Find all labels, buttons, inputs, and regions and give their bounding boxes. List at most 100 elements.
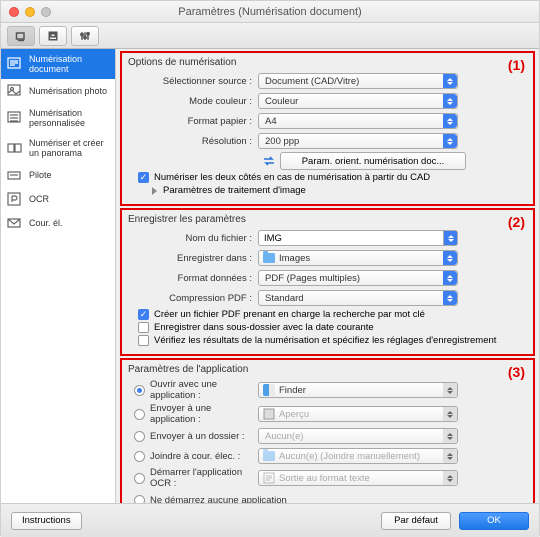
- chevron-updown-icon: [443, 271, 457, 285]
- filename-field[interactable]: IMG: [258, 230, 444, 246]
- radio-start-ocr[interactable]: [134, 473, 145, 484]
- group-title: Paramètres de l'application: [128, 364, 527, 375]
- select-open-with-app[interactable]: Finder: [258, 382, 458, 398]
- chevron-updown-icon: [443, 407, 457, 421]
- checkbox-searchable-pdf[interactable]: ✓: [138, 309, 149, 320]
- select-value: Standard: [265, 293, 304, 304]
- instructions-button[interactable]: Instructions: [11, 512, 82, 530]
- chevron-updown-icon: [443, 94, 457, 108]
- select-value: PDF (Pages multiples): [265, 273, 360, 284]
- select-data-format[interactable]: PDF (Pages multiples): [258, 270, 458, 286]
- radio-no-app[interactable]: [134, 495, 145, 504]
- folder-icon: [263, 252, 275, 264]
- document-icon: [7, 57, 23, 71]
- sidebar-item-scan-custom[interactable]: Numérisation personnalisée: [1, 103, 115, 133]
- ok-button[interactable]: OK: [459, 512, 529, 530]
- ocr-icon: [7, 192, 23, 206]
- group-tag: (2): [508, 214, 525, 230]
- footer: Instructions Par défaut OK: [1, 503, 539, 537]
- disclosure-label: Paramètres de traitement d'image: [163, 185, 306, 196]
- checkbox-verify-results[interactable]: [138, 335, 149, 346]
- radio-label: Ne démarrez aucune application: [150, 495, 287, 504]
- select-attach-email[interactable]: Aucun(e) (Joindre manuellement): [258, 448, 458, 464]
- group-title: Options de numérisation: [128, 57, 527, 68]
- titlebar: Paramètres (Numérisation document): [1, 1, 539, 23]
- select-value: 200 ppp: [265, 136, 299, 147]
- select-source[interactable]: Document (CAD/Vitre): [258, 73, 458, 89]
- radio-open-with-app[interactable]: [134, 385, 145, 396]
- label-save-in: Enregistrer dans :: [128, 253, 258, 264]
- select-resolution[interactable]: 200 ppp: [258, 133, 458, 149]
- select-paper-size[interactable]: A4: [258, 113, 458, 129]
- sidebar-item-label: OCR: [29, 194, 49, 204]
- disclosure-image-processing[interactable]: Paramètres de traitement d'image: [138, 185, 527, 196]
- chevron-updown-icon: [443, 449, 457, 463]
- checkbox-label: Numériser les deux côtés en cas de numér…: [154, 172, 430, 183]
- photo-icon: [7, 84, 23, 98]
- radio-label: Démarrer l'application OCR :: [150, 467, 252, 489]
- select-value: Aucun(e): [265, 431, 304, 442]
- chevron-updown-icon: [443, 291, 457, 305]
- sidebar-item-label: Numérisation document: [29, 54, 109, 74]
- sidebar-item-label: Pilote: [29, 170, 52, 180]
- select-save-in[interactable]: Images: [258, 250, 458, 266]
- chevron-updown-icon: [443, 471, 457, 485]
- radio-send-to-app[interactable]: [134, 409, 145, 420]
- select-send-to-app[interactable]: Aperçu: [258, 406, 458, 422]
- sidebar-item-scan-panorama[interactable]: Numériser et créer un panorama: [1, 133, 115, 163]
- select-value: Images: [279, 253, 310, 264]
- label-data-format: Format données :: [128, 273, 258, 284]
- radio-attach-email[interactable]: [134, 451, 145, 462]
- sidebar-item-scan-document[interactable]: Numérisation document: [1, 49, 115, 79]
- sidebar-item-label: Numérisation personnalisée: [29, 108, 109, 128]
- tab-general[interactable]: [71, 26, 99, 46]
- sidebar-item-scan-photo[interactable]: Numérisation photo: [1, 79, 115, 103]
- panorama-icon: [7, 141, 23, 155]
- radio-send-to-folder[interactable]: [134, 431, 145, 442]
- group-title: Enregistrer les paramètres: [128, 214, 527, 225]
- select-value: Aperçu: [279, 409, 309, 420]
- defaults-button[interactable]: Par défaut: [381, 512, 451, 530]
- swap-orientation-icon: [262, 154, 276, 168]
- tab-scan-from-panel[interactable]: [39, 26, 67, 46]
- checkbox-save-subfolder[interactable]: [138, 322, 149, 333]
- radio-label: Ouvrir avec une application :: [150, 379, 252, 401]
- finder-icon: [263, 384, 275, 396]
- radio-label: Joindre à cour. élec. :: [150, 451, 240, 462]
- tab-scan-from-computer[interactable]: [7, 26, 35, 46]
- main-panel: (1) Options de numérisation Sélectionner…: [116, 49, 539, 503]
- checkbox-label: Enregistrer dans sous-dossier avec la da…: [154, 322, 374, 333]
- group-scan-options: (1) Options de numérisation Sélectionner…: [120, 51, 535, 206]
- sidebar-item-email[interactable]: Cour. él.: [1, 211, 115, 235]
- label-source: Sélectionner source :: [128, 76, 258, 87]
- label-resolution: Résolution :: [128, 136, 258, 147]
- chevron-updown-icon: [443, 74, 457, 88]
- sidebar-item-label: Numériser et créer un panorama: [29, 138, 109, 158]
- select-color-mode[interactable]: Couleur: [258, 93, 458, 109]
- toolbar: [1, 23, 539, 49]
- folder-icon: [263, 450, 275, 462]
- select-value: A4: [265, 116, 277, 127]
- orientation-settings-button[interactable]: Param. orient. numérisation doc...: [280, 152, 466, 170]
- button-label: Param. orient. numérisation doc...: [302, 156, 445, 167]
- triangle-right-icon: [152, 187, 157, 195]
- sidebar: Numérisation document Numérisation photo…: [1, 49, 116, 503]
- filename-dropdown[interactable]: [444, 230, 458, 246]
- chevron-updown-icon: [443, 134, 457, 148]
- sidebar-item-label: Numérisation photo: [29, 86, 107, 96]
- sidebar-item-driver[interactable]: Pilote: [1, 163, 115, 187]
- select-start-ocr[interactable]: Sortie au format texte: [258, 470, 458, 486]
- sidebar-item-label: Cour. él.: [29, 218, 63, 228]
- select-send-to-folder[interactable]: Aucun(e): [258, 428, 458, 444]
- radio-label: Envoyer à un dossier :: [150, 431, 245, 442]
- select-value: Couleur: [265, 96, 298, 107]
- select-pdf-compression[interactable]: Standard: [258, 290, 458, 306]
- sidebar-item-ocr[interactable]: OCR: [1, 187, 115, 211]
- button-label: Par défaut: [394, 515, 438, 526]
- select-value: Finder: [279, 385, 306, 396]
- label-color-mode: Mode couleur :: [128, 96, 258, 107]
- driver-icon: [7, 168, 23, 182]
- checkbox-duplex[interactable]: ✓: [138, 172, 149, 183]
- group-save-settings: (2) Enregistrer les paramètres Nom du fi…: [120, 208, 535, 356]
- select-value: Aucun(e) (Joindre manuellement): [279, 451, 420, 462]
